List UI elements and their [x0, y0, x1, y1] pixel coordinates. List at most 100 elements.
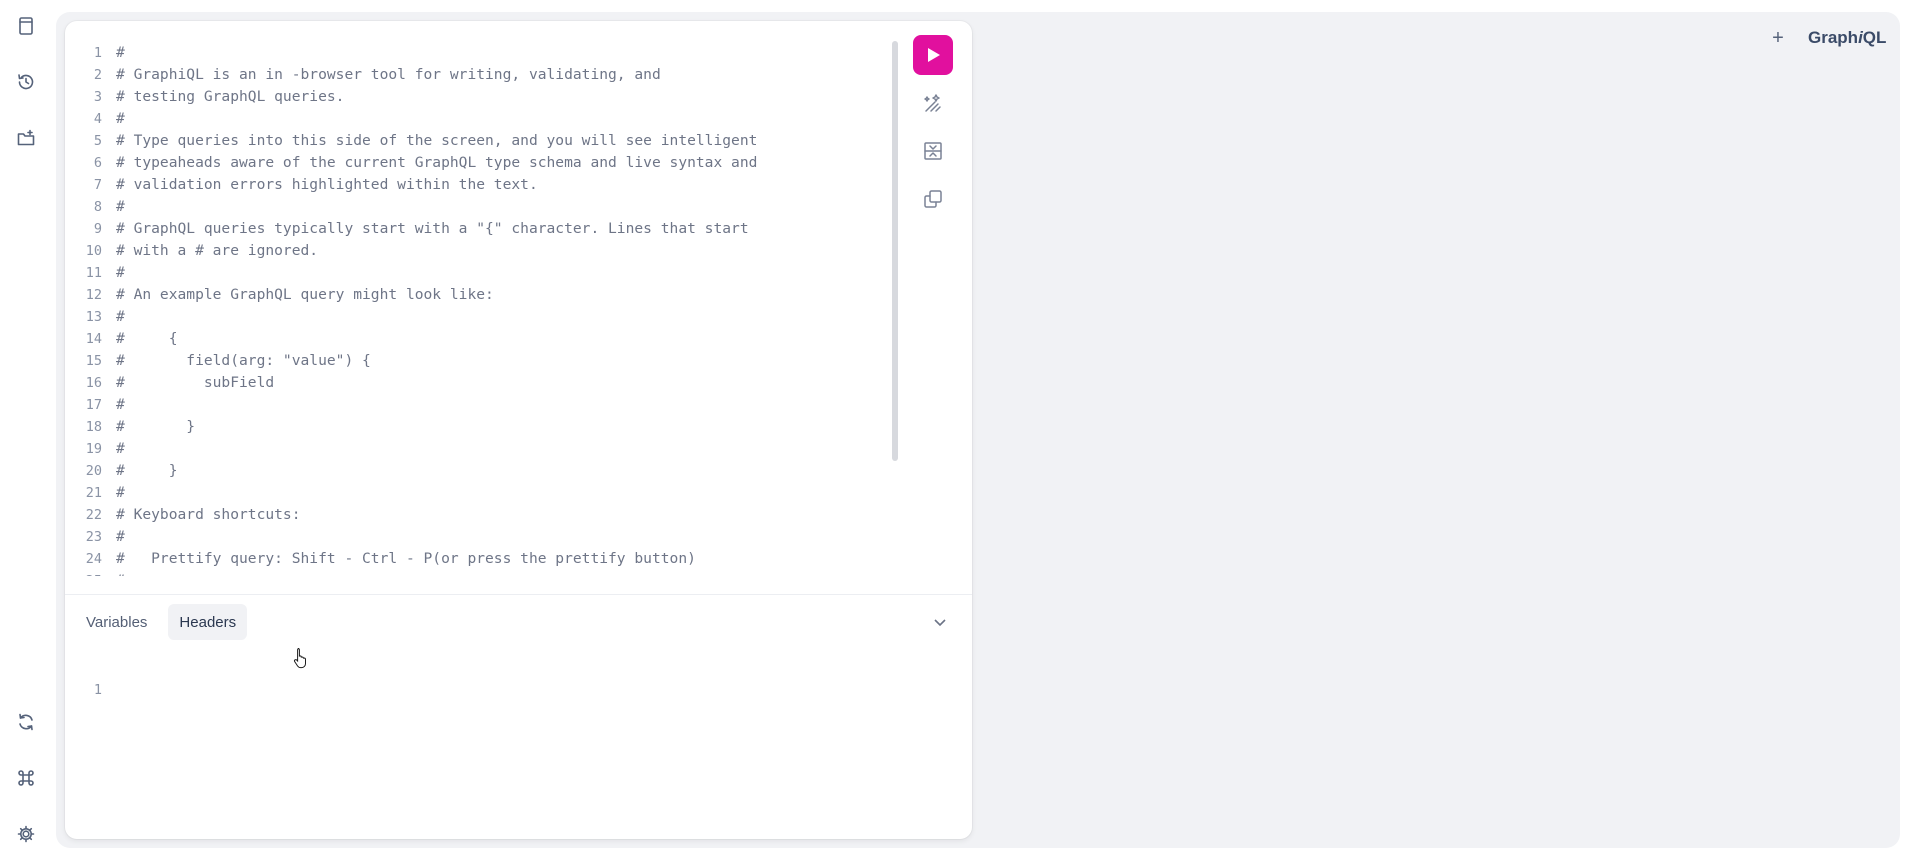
collapse-panel-button[interactable] — [929, 611, 951, 633]
code-line[interactable]: 7 # validation errors highlighted within … — [65, 174, 935, 196]
code-text: # — [116, 440, 125, 457]
refetch-schema-icon[interactable] — [12, 708, 40, 736]
line-number: 23 — [85, 529, 102, 545]
line-number: 15 — [85, 353, 102, 369]
code-text: # validation errors highlighted within t… — [116, 176, 538, 193]
query-editor[interactable]: 1 #2 # GraphiQL is an in -browser tool for… — [65, 21, 965, 576]
code-line[interactable]: 10 # with a # are ignored. — [65, 240, 935, 262]
code-text: # — [116, 528, 125, 545]
code-text: # An example GraphQL query might look li… — [116, 286, 494, 303]
code-line[interactable]: 18 # } — [65, 416, 935, 438]
editor-tools-tabs: Variables Headers — [75, 604, 248, 640]
docs-icon[interactable] — [12, 12, 40, 40]
code-text: # } — [116, 418, 196, 435]
explorer-icon[interactable] — [12, 124, 40, 152]
code-text: # — [116, 570, 125, 576]
scroll-thumb[interactable] — [892, 41, 898, 461]
code-line[interactable]: 8 # — [65, 196, 935, 218]
line-number: 18 — [85, 419, 102, 435]
code-line[interactable]: 20 # } — [65, 460, 935, 482]
tab-variables[interactable]: Variables — [75, 604, 158, 640]
chevron-down-icon — [934, 619, 946, 627]
code-line[interactable]: 22 # Keyboard shortcuts: — [65, 504, 935, 526]
editor-scrollbar[interactable] — [887, 39, 899, 574]
line-number: 1 — [93, 45, 102, 61]
keyboard-shortcuts-icon[interactable] — [12, 764, 40, 792]
headers-editor[interactable]: 1 — [65, 679, 965, 829]
code-text: # — [116, 396, 125, 413]
code-text: # — [116, 198, 125, 215]
line-number: 2 — [93, 67, 102, 83]
code-line[interactable]: 24 # Prettify query: Shift - Ctrl - P(or … — [65, 548, 935, 570]
code-text: # Keyboard shortcuts: — [116, 506, 301, 523]
code-line[interactable]: 23 # — [65, 526, 935, 548]
code-text: # Prettify query: Shift - Ctrl - P(or pr… — [116, 550, 696, 567]
line-number: 3 — [93, 89, 102, 105]
line-number: 21 — [85, 485, 102, 501]
copy-query-button[interactable] — [913, 179, 953, 219]
code-text: # typeaheads aware of the current GraphQ… — [116, 154, 758, 171]
code-line[interactable]: 9 # GraphQL queries typically start with … — [65, 218, 935, 240]
line-number: 5 — [93, 133, 102, 149]
line-number: 1 — [93, 682, 102, 698]
pointer-cursor-icon — [293, 648, 306, 669]
code-line[interactable]: 19 # — [65, 438, 935, 460]
editor-toolbar — [913, 35, 955, 219]
code-text: # with a # are ignored. — [116, 242, 319, 259]
code-text: # — [116, 308, 125, 325]
tab-headers[interactable]: Headers — [168, 604, 248, 640]
code-line[interactable]: 5 # Type queries into this side of the sc… — [65, 130, 935, 152]
code-line[interactable]: 13 # — [65, 306, 935, 328]
panel-divider[interactable] — [65, 594, 972, 595]
prettify-button[interactable] — [913, 83, 953, 123]
code-text: # subField — [116, 374, 275, 391]
add-tab-button[interactable]: + — [1770, 27, 1786, 50]
code-line[interactable]: 11 # — [65, 262, 935, 284]
code-line[interactable]: 15 # field(arg: "value") { — [65, 350, 935, 372]
code-text: # GraphQL queries typically start with a… — [116, 220, 749, 237]
line-number: 9 — [93, 221, 102, 237]
line-number: 6 — [93, 155, 102, 171]
code-text: # — [116, 484, 125, 501]
code-line[interactable]: 3 # testing GraphQL queries. — [65, 86, 935, 108]
code-line[interactable]: 21 # — [65, 482, 935, 504]
line-number: 4 — [93, 111, 102, 127]
code-line[interactable]: 14 # { — [65, 328, 935, 350]
line-number: 10 — [85, 243, 102, 259]
line-number: 13 — [85, 309, 102, 325]
code-line[interactable]: 16 # subField — [65, 372, 935, 394]
merge-fragments-icon — [924, 142, 942, 160]
history-icon[interactable] — [12, 68, 40, 96]
graphiql-logo[interactable]: GraphiQL — [1808, 28, 1886, 48]
line-number: 20 — [85, 463, 102, 479]
copy-icon — [924, 190, 942, 208]
prettify-icon — [924, 94, 941, 112]
code-text: # { — [116, 330, 178, 347]
settings-icon[interactable] — [12, 820, 40, 848]
code-text: # GraphiQL is an in -browser tool for wr… — [116, 66, 661, 83]
code-line[interactable]: 17 # — [65, 394, 935, 416]
code-line[interactable]: 1 # — [65, 42, 935, 64]
code-text: # } — [116, 462, 178, 479]
sidebar — [0, 0, 52, 861]
code-text: # — [116, 110, 125, 127]
code-line[interactable]: 6 # typeaheads aware of the current Graph… — [65, 152, 935, 174]
query-code[interactable]: 1 #2 # GraphiQL is an in -browser tool for… — [65, 42, 935, 576]
code-line[interactable]: 25# — [65, 570, 935, 576]
code-text: # — [116, 44, 125, 61]
session-header: + GraphiQL — [1770, 26, 1886, 50]
line-number: 7 — [93, 177, 102, 193]
code-line[interactable]: 4 # — [65, 108, 935, 130]
line-number: 14 — [85, 331, 102, 347]
line-number: 25 — [65, 570, 116, 576]
code-text: # — [116, 264, 125, 281]
line-number: 16 — [85, 375, 102, 391]
line-number: 24 — [85, 551, 102, 567]
merge-fragments-button[interactable] — [913, 131, 953, 171]
query-editor-panel: 1 #2 # GraphiQL is an in -browser tool for… — [65, 21, 972, 839]
code-line[interactable]: 2 # GraphiQL is an in -browser tool for w… — [65, 64, 935, 86]
code-line[interactable]: 12 # An example GraphQL query might look … — [65, 284, 935, 306]
line-number: 17 — [85, 397, 102, 413]
code-text: # field(arg: "value") { — [116, 352, 371, 369]
execute-query-button[interactable] — [913, 35, 953, 75]
